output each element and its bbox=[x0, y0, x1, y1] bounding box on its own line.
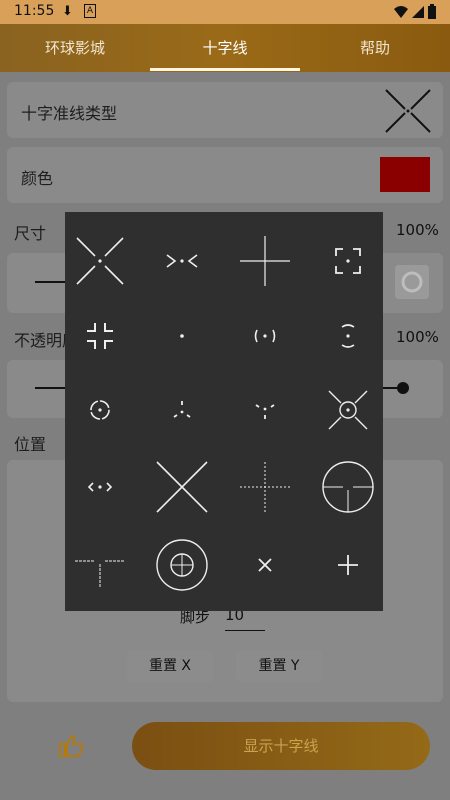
crosshair-preview-icon bbox=[385, 89, 431, 133]
diamond-arrows-icon bbox=[87, 482, 113, 492]
crosshair-picker-dialog bbox=[65, 212, 383, 611]
triangle-ticks-icon bbox=[173, 401, 191, 418]
scope-circle-icon bbox=[322, 461, 374, 513]
tab-crosshair[interactable]: 十字线 bbox=[150, 24, 300, 72]
crosshair-option-t-ruler[interactable] bbox=[65, 530, 135, 600]
color-label: 颜色 bbox=[21, 169, 54, 188]
crosshair-option-plus-dotted[interactable] bbox=[230, 452, 300, 522]
status-bar: 11:55 ⬇ A bbox=[0, 0, 450, 24]
x-small-icon bbox=[258, 558, 272, 572]
tab-indicator bbox=[150, 68, 300, 71]
crosshair-option-diamond-arrows[interactable] bbox=[65, 452, 135, 522]
plus-dotted-icon bbox=[240, 462, 290, 512]
tab-bar: 环球影城 十字线 帮助 bbox=[0, 24, 450, 72]
arrows-dot-icon bbox=[166, 254, 198, 268]
crosshair-option-x-large[interactable] bbox=[147, 452, 217, 522]
crosshair-option-plus-small[interactable] bbox=[313, 530, 383, 600]
opacity-slider-thumb[interactable] bbox=[397, 382, 409, 394]
crosshair-option-dot[interactable] bbox=[147, 301, 217, 371]
position-label: 位置 bbox=[14, 435, 47, 454]
download-icon: ⬇ bbox=[62, 4, 73, 19]
crosshair-option-scope-circle[interactable] bbox=[313, 452, 383, 522]
color-card[interactable]: 颜色 bbox=[7, 147, 443, 203]
crosshair-option-corners-plus[interactable] bbox=[65, 301, 135, 371]
crosshair-type-label: 十字准线类型 bbox=[21, 104, 118, 123]
tab-universal-studios[interactable]: 环球影城 bbox=[0, 24, 150, 72]
tab-help[interactable]: 帮助 bbox=[300, 24, 450, 72]
crosshair-type-card[interactable]: 十字准线类型 bbox=[7, 82, 443, 138]
reset-y-button[interactable]: 重置 Y bbox=[236, 650, 322, 682]
crosshair-option-paren-dot[interactable] bbox=[230, 301, 300, 371]
size-label: 尺寸 bbox=[14, 224, 47, 243]
size-percent: 100% bbox=[396, 221, 439, 239]
triangle-down-icon bbox=[255, 404, 275, 419]
x-long-icon bbox=[76, 237, 124, 285]
crosshair-option-x-small[interactable] bbox=[230, 530, 300, 600]
wifi-icon bbox=[394, 6, 408, 18]
reset-x-button[interactable]: 重置 X bbox=[127, 650, 213, 682]
thumbs-up-icon[interactable] bbox=[58, 734, 84, 758]
show-crosshair-button[interactable]: 显示十字线 bbox=[132, 722, 430, 770]
x-circle-icon bbox=[328, 390, 368, 430]
crosshair-option-square-brackets[interactable] bbox=[313, 226, 383, 296]
plus-long-icon bbox=[240, 236, 290, 286]
crosshair-option-x-long[interactable] bbox=[65, 226, 135, 296]
corners-plus-icon bbox=[87, 323, 113, 349]
size-reset-button[interactable] bbox=[395, 265, 429, 299]
dot-icon bbox=[180, 334, 184, 338]
crosshair-option-triangle-ticks[interactable] bbox=[147, 375, 217, 445]
color-swatch[interactable] bbox=[380, 157, 430, 192]
crosshair-option-circle-dot[interactable] bbox=[65, 375, 135, 445]
paren-dot-icon bbox=[254, 329, 276, 343]
signal-icon bbox=[412, 6, 424, 18]
app-notification-icon: A bbox=[84, 4, 96, 18]
crosshair-option-arrows-dot[interactable] bbox=[147, 226, 217, 296]
crosshair-option-circle-gap[interactable] bbox=[313, 301, 383, 371]
opacity-percent: 100% bbox=[396, 328, 439, 346]
circle-gap-icon bbox=[341, 324, 355, 348]
status-time: 11:55 bbox=[14, 3, 55, 19]
circle-dot-icon bbox=[90, 400, 110, 420]
crosshair-option-scope-ring[interactable] bbox=[147, 530, 217, 600]
battery-icon bbox=[428, 4, 436, 19]
square-brackets-icon bbox=[335, 248, 361, 274]
scope-ring-icon bbox=[156, 539, 208, 591]
crosshair-option-x-circle[interactable] bbox=[313, 375, 383, 445]
t-ruler-icon bbox=[75, 560, 125, 588]
crosshair-option-plus-long[interactable] bbox=[230, 226, 300, 296]
x-large-icon bbox=[156, 461, 208, 513]
crosshair-option-triangle-down[interactable] bbox=[230, 375, 300, 445]
plus-small-icon bbox=[338, 555, 358, 575]
refresh-icon bbox=[401, 271, 423, 293]
